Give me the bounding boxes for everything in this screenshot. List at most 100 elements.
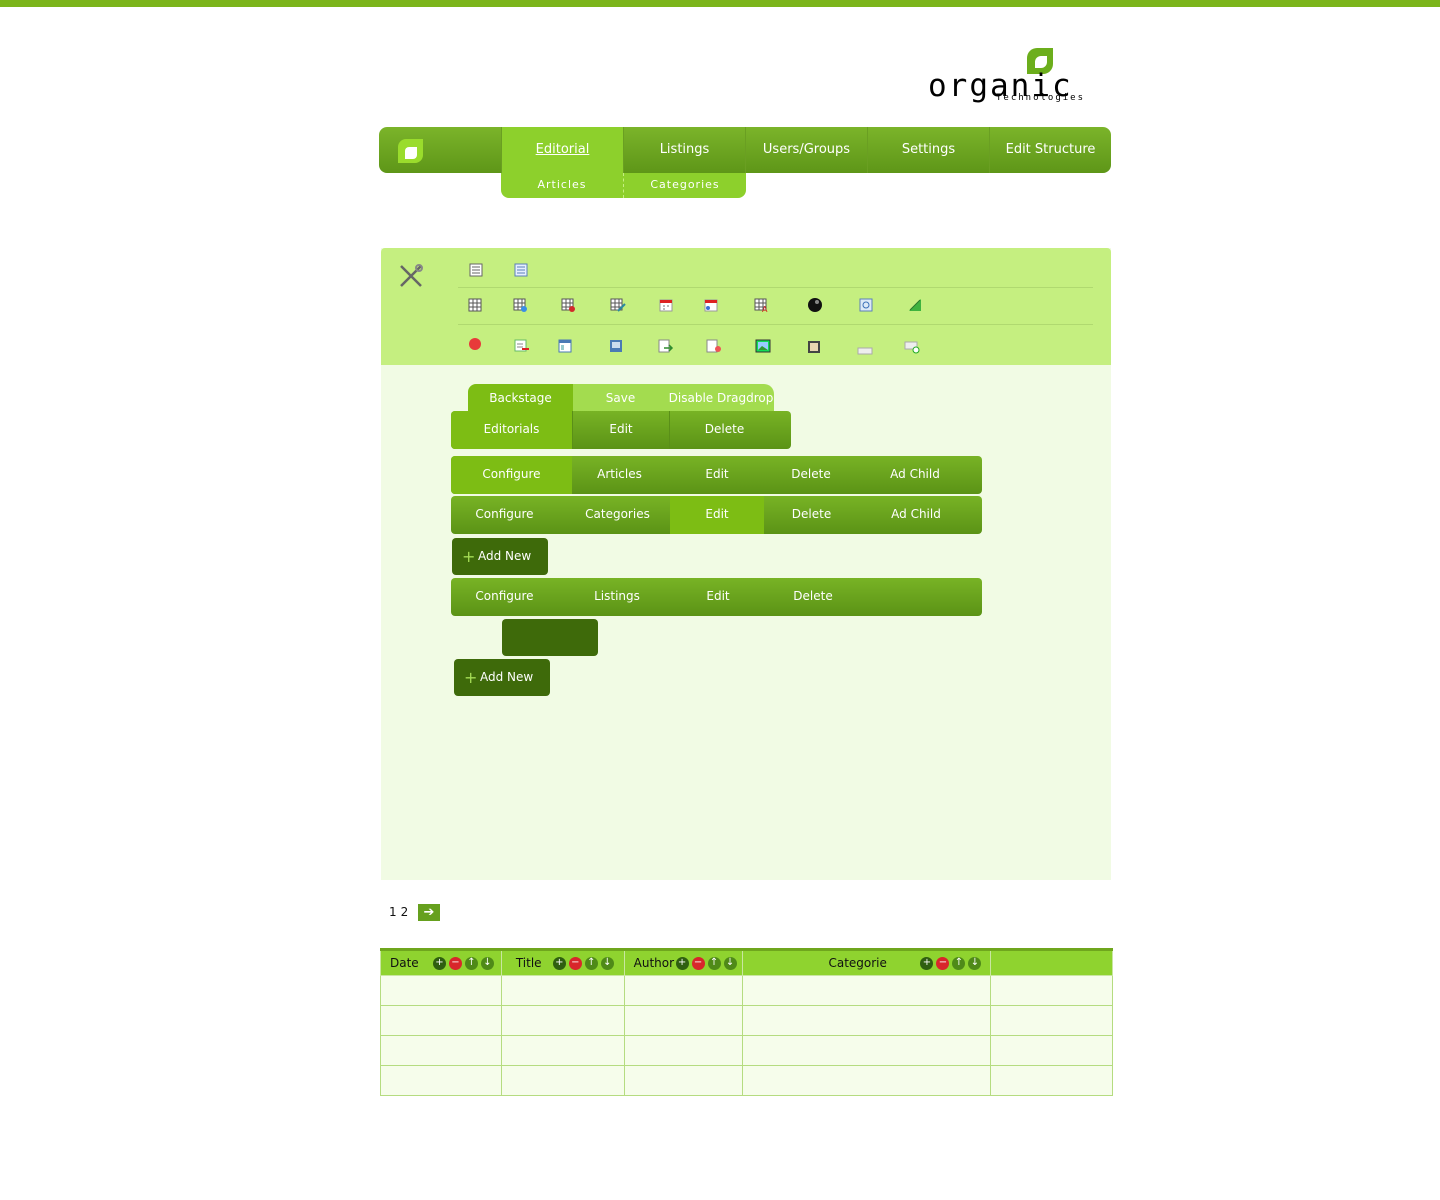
page-2-link[interactable]: 2	[401, 905, 409, 919]
subnav-articles[interactable]: Articles	[501, 173, 623, 198]
table-row	[380, 1065, 1113, 1096]
table-cell[interactable]	[380, 1065, 502, 1096]
layout-icon[interactable]	[558, 338, 572, 353]
add-icon[interactable]: +	[552, 957, 566, 970]
tab-listings[interactable]: Listings	[623, 127, 745, 173]
remove-icon[interactable]: −	[936, 957, 950, 970]
tab-users-groups[interactable]: Users/Groups	[745, 127, 867, 173]
data-table: Date + − ↑ ↓ Title + − ↑ ↓ Author + − ↑ ↓ Categor…	[380, 948, 1113, 1096]
up-arrow-icon[interactable]: ↑	[584, 957, 598, 970]
table-cell[interactable]	[742, 1005, 992, 1036]
form-arrow-icon[interactable]	[514, 338, 529, 352]
add-icon[interactable]: +	[433, 957, 446, 970]
window-icon[interactable]	[859, 297, 873, 312]
globe-icon[interactable]	[808, 297, 822, 312]
articles-ad-child-button[interactable]: Ad Child	[855, 456, 975, 494]
down-arrow-icon[interactable]: ↓	[600, 957, 614, 970]
column-header-title[interactable]: Title + − ↑ ↓	[500, 948, 625, 976]
record-icon[interactable]	[468, 336, 482, 350]
table-cell[interactable]	[742, 1065, 992, 1096]
column-header-date[interactable]: Date + − ↑ ↓	[380, 948, 502, 976]
categories-configure-button[interactable]: Configure	[451, 496, 558, 534]
editorials-button[interactable]: Editorials	[451, 411, 572, 449]
articles-delete-button[interactable]: Delete	[767, 456, 855, 494]
tab-settings[interactable]: Settings	[867, 127, 989, 173]
editorials-delete-button[interactable]: Delete	[669, 411, 779, 449]
grid-add-icon[interactable]	[513, 297, 527, 312]
add-icon[interactable]: +	[675, 957, 689, 970]
categories-button[interactable]: Categories	[558, 496, 677, 534]
grid-edit-icon[interactable]	[610, 297, 626, 312]
photo-frame-icon[interactable]	[807, 339, 821, 353]
table-cell[interactable]	[623, 1005, 744, 1036]
table-cell[interactable]	[380, 1035, 502, 1066]
down-arrow-icon[interactable]: ↓	[968, 957, 982, 970]
table-cell[interactable]	[990, 1065, 1113, 1096]
page-1-link[interactable]: 1	[389, 905, 397, 919]
down-arrow-icon[interactable]: ↓	[481, 957, 494, 970]
tools-icon[interactable]	[397, 262, 425, 290]
listings-button[interactable]: Listings	[558, 578, 676, 616]
listings-delete-button[interactable]: Delete	[760, 578, 866, 616]
table-cell[interactable]	[990, 1035, 1113, 1066]
next-page-arrow-icon[interactable]: ➔	[418, 904, 440, 921]
listings-configure-button[interactable]: Configure	[451, 578, 558, 616]
table-cell[interactable]	[990, 1005, 1113, 1036]
up-arrow-icon[interactable]: ↑	[465, 957, 478, 970]
column-header-categorie[interactable]: Categorie + − ↑ ↓	[742, 948, 992, 976]
remove-icon[interactable]: −	[568, 957, 582, 970]
table-cell[interactable]	[990, 975, 1113, 1006]
edit-icon[interactable]	[908, 297, 922, 311]
column-header-author[interactable]: Author + − ↑ ↓	[623, 948, 744, 976]
table-icon[interactable]	[514, 262, 528, 277]
field-settings-icon[interactable]	[904, 339, 920, 354]
table-cell[interactable]	[380, 975, 502, 1006]
input-field-icon[interactable]	[857, 341, 873, 355]
calendar-icon[interactable]	[659, 297, 673, 312]
up-arrow-icon[interactable]: ↑	[952, 957, 966, 970]
up-arrow-icon[interactable]: ↑	[707, 957, 721, 970]
table-cell[interactable]	[742, 1035, 992, 1066]
table-cell[interactable]	[500, 1035, 625, 1066]
tab-editorial-label: Editorial	[535, 142, 590, 157]
add-new-button[interactable]: + Add New	[452, 538, 548, 575]
editorials-edit-button[interactable]: Edit	[572, 411, 669, 449]
image-icon[interactable]	[755, 338, 771, 353]
table-cell[interactable]	[380, 1005, 502, 1036]
list-icon[interactable]	[469, 262, 483, 277]
subnav-categories[interactable]: Categories	[623, 173, 746, 198]
remove-icon[interactable]: −	[449, 957, 462, 970]
remove-icon[interactable]: −	[691, 957, 705, 970]
table-cell[interactable]	[623, 1035, 744, 1066]
page-delete-icon[interactable]	[706, 338, 721, 353]
home-logo-icon[interactable]	[398, 139, 423, 163]
placeholder-block[interactable]	[502, 619, 598, 656]
grid-text-icon[interactable]: A	[754, 297, 768, 314]
tab-backstage[interactable]: Backstage	[468, 384, 573, 412]
articles-edit-button[interactable]: Edit	[667, 456, 767, 494]
table-cell[interactable]	[623, 975, 744, 1006]
articles-button[interactable]: Articles	[572, 456, 667, 494]
add-icon[interactable]: +	[920, 957, 934, 970]
down-arrow-icon[interactable]: ↓	[723, 957, 737, 970]
categories-edit-button[interactable]: Edit	[670, 496, 764, 534]
calendar-add-icon[interactable]	[704, 297, 718, 312]
table-cell[interactable]	[500, 1065, 625, 1096]
frame-icon[interactable]	[609, 338, 623, 352]
categories-ad-child-button[interactable]: Ad Child	[859, 496, 973, 534]
listings-edit-button[interactable]: Edit	[676, 578, 760, 616]
table-cell[interactable]	[500, 1005, 625, 1036]
grid-delete-icon[interactable]	[561, 297, 575, 312]
page-forward-icon[interactable]	[658, 338, 674, 353]
add-new-button-2[interactable]: + Add New	[454, 659, 550, 696]
save-button[interactable]: Save	[573, 384, 668, 412]
tab-edit-structure[interactable]: Edit Structure	[989, 127, 1111, 173]
tab-editorial[interactable]: Editorial	[501, 127, 623, 173]
disable-dragdrop-button[interactable]: Disable Dragdrop	[668, 384, 774, 412]
table-cell[interactable]	[500, 975, 625, 1006]
table-cell[interactable]	[623, 1065, 744, 1096]
grid-icon[interactable]	[468, 297, 482, 312]
articles-configure-button[interactable]: Configure	[451, 456, 572, 494]
table-cell[interactable]	[742, 975, 992, 1006]
categories-delete-button[interactable]: Delete	[764, 496, 859, 534]
